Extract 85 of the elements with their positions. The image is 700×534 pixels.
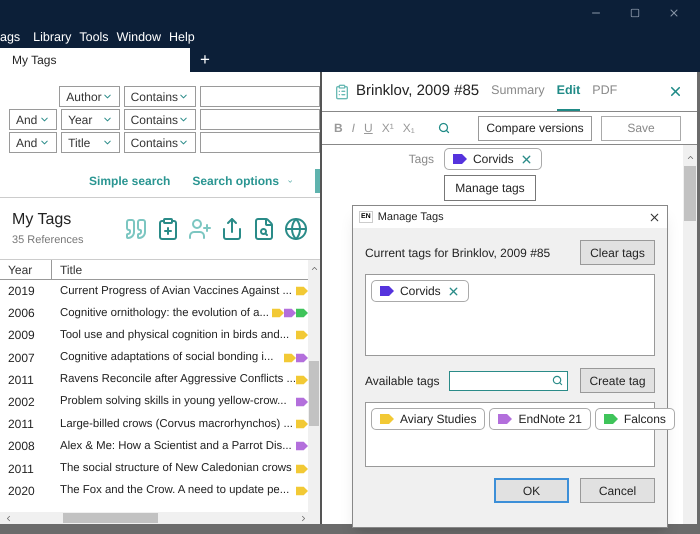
- available-tags-label: Available tags: [365, 372, 440, 390]
- manage-tags-button[interactable]: Manage tags: [444, 175, 536, 201]
- search-input[interactable]: [200, 109, 320, 130]
- search-input[interactable]: [200, 86, 320, 107]
- button[interactable]: Clear tags: [580, 240, 655, 265]
- title-cell-text: Current Progress of Avian Vaccines Against ...: [59, 284, 292, 299]
- search-input[interactable]: [200, 132, 320, 153]
- menu-item[interactable]: Tools: [75, 28, 113, 46]
- year-cell-text: 2002: [7, 394, 36, 412]
- title-cell-text: Alex & Me: How a Scientist and a Parrot Dis...: [59, 438, 292, 454]
- scroll-right-icon[interactable]: [299, 514, 308, 522]
- close-icon[interactable]: [668, 7, 680, 19]
- dropdown[interactable]: Contains: [124, 109, 196, 130]
- title-cell-text: The Fox and the Crow. A need to update pe...: [59, 483, 290, 498]
- close-icon[interactable]: [648, 210, 661, 224]
- vertical-scrollbar[interactable]: [683, 145, 697, 524]
- menu-item[interactable]: ags: [0, 28, 30, 46]
- title-cell-text: Problem solving skills in young yellow-crow...: [59, 394, 287, 410]
- button[interactable]: Compare versions: [478, 116, 592, 140]
- dropdown[interactable]: And: [9, 132, 58, 153]
- tab[interactable]: Summary: [491, 72, 545, 111]
- reference-count: 35 References: [12, 233, 84, 248]
- tag-chip[interactable]: Falcons: [594, 408, 675, 430]
- title-cell-text: Cognitive ornithology: the evolution of a...: [59, 306, 269, 321]
- search-icon[interactable]: [438, 122, 450, 134]
- dropdown[interactable]: Contains: [124, 86, 196, 107]
- title-cell-text: Cognitive adaptations of social bonding i...: [59, 350, 274, 366]
- search-options-link[interactable]: Search options: [192, 172, 280, 190]
- current-tags-label: Current tags for Brinklov, 2009 #85: [365, 244, 550, 262]
- clipboard-plus-icon[interactable]: [156, 216, 180, 240]
- tag-chip[interactable]: Corvids: [371, 280, 469, 302]
- scrollbar-thumb[interactable]: [684, 166, 696, 221]
- scroll-up-icon[interactable]: [310, 264, 318, 273]
- title-cell-text: Ravens Reconcile after Aggressive Conflicts ...: [58, 372, 296, 388]
- title-cell-text: Large-billed crows (Corvus macrorhynchos) ...: [59, 416, 293, 432]
- reference-title: Brinklov, 2009 #85: [356, 81, 480, 102]
- maximize-icon[interactable]: [630, 8, 640, 18]
- tab[interactable]: Edit: [556, 72, 580, 111]
- year-cell-text: 2011: [7, 416, 35, 434]
- year-cell-text: 2019: [7, 283, 36, 300]
- year-cell-text: 2020: [7, 482, 36, 500]
- vertical-scrollbar[interactable]: [308, 260, 320, 512]
- tab[interactable]: PDF: [592, 72, 618, 111]
- tag-chip[interactable]: Aviary Studies: [371, 408, 486, 430]
- tag-search-field[interactable]: [448, 370, 568, 390]
- column-header[interactable]: Year: [0, 260, 52, 279]
- button[interactable]: Create tag: [580, 368, 655, 393]
- scrollbar-thumb[interactable]: [63, 513, 158, 523]
- group-title: My Tags: [12, 210, 72, 230]
- cancel-button[interactable]: Cancel: [580, 478, 655, 503]
- year-cell-text: 2009: [7, 327, 36, 344]
- scrollbar-thumb[interactable]: [309, 361, 319, 426]
- tag-chip[interactable]: EndNote 21: [489, 408, 591, 430]
- dropdown[interactable]: And: [9, 109, 58, 130]
- menu-item[interactable]: Library: [29, 28, 76, 46]
- ok-button[interactable]: OK: [494, 478, 569, 503]
- dropdown[interactable]: Contains: [124, 132, 196, 153]
- dialog-title: Manage Tags: [378, 210, 444, 225]
- title-cell-text: Tool use and physical cognition in birds and...: [59, 328, 290, 343]
- tag-chip[interactable]: Corvids: [444, 148, 542, 170]
- year-cell-text: 2011: [7, 372, 35, 389]
- document-search-icon[interactable]: [252, 216, 276, 240]
- year-cell-text: 2006: [7, 305, 36, 322]
- add-tab-button[interactable]: +: [190, 49, 220, 71]
- search-icon: [552, 375, 562, 386]
- globe-icon[interactable]: [284, 216, 308, 240]
- year-cell-text: 2011: [7, 460, 35, 478]
- scroll-left-icon[interactable]: [4, 514, 13, 522]
- year-cell-text: 2008: [7, 438, 36, 456]
- remove-icon[interactable]: [446, 284, 460, 298]
- year-cell-text: 2007: [7, 350, 36, 367]
- simple-search-link[interactable]: Simple search: [89, 172, 170, 190]
- clipboard-icon: [334, 84, 350, 100]
- title-cell-text: The social structure of New Caledonian crows: [59, 461, 292, 476]
- dropdown[interactable]: Year: [61, 109, 120, 130]
- dropdown[interactable]: Author: [59, 86, 120, 107]
- horizontal-scrollbar[interactable]: [0, 512, 320, 524]
- dropdown[interactable]: Title: [61, 132, 120, 153]
- scroll-up-icon[interactable]: [686, 153, 694, 162]
- column-header[interactable]: Title: [52, 260, 82, 279]
- remove-icon[interactable]: [520, 152, 533, 166]
- tab[interactable]: My Tags: [0, 48, 190, 72]
- field-label: Tags: [408, 151, 434, 168]
- menu-item[interactable]: Window: [112, 28, 166, 46]
- menu-item[interactable]: Help: [165, 28, 199, 46]
